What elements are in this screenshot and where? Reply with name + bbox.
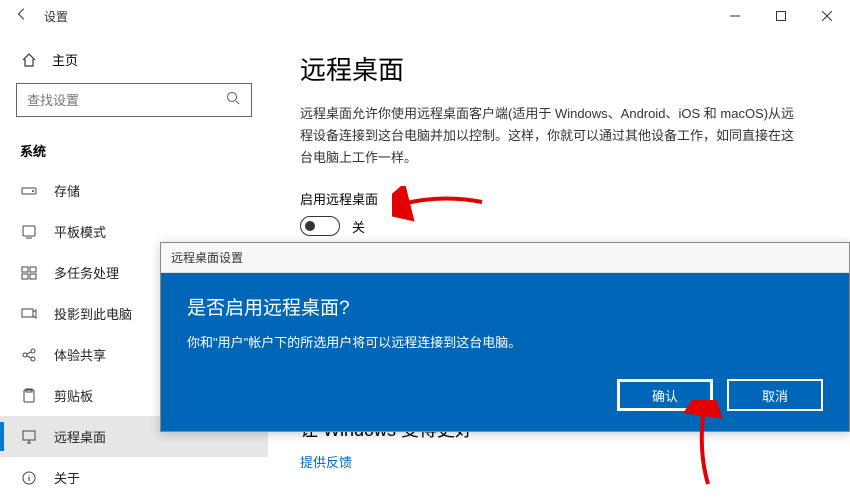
dialog-heading: 是否启用远程桌面? [187,293,823,320]
home-icon [20,52,38,68]
search-input[interactable] [27,93,225,108]
search-input-wrap[interactable] [16,83,252,117]
sidebar-item-about[interactable]: 关于 [0,457,268,498]
sidebar-item-label: 多任务处理 [54,263,119,282]
sidebar-item-label: 剪贴板 [54,386,93,405]
sidebar-item-label: 体验共享 [54,345,106,364]
remote-desktop-toggle[interactable] [300,216,340,236]
close-button[interactable] [804,0,850,32]
tablet-icon [20,224,38,240]
remote-desktop-icon [20,429,38,445]
clipboard-icon [20,388,38,404]
cancel-button[interactable]: 取消 [727,379,823,411]
sidebar-item-label: 平板模式 [54,222,106,241]
page-description: 远程桌面允许你使用远程桌面客户端(适用于 Windows、Android、iOS… [300,103,800,169]
page-title: 远程桌面 [300,50,810,87]
toggle-label: 启用远程桌面 [300,189,810,208]
search-icon [225,90,241,111]
sidebar-section-label: 系统 [0,133,268,170]
dialog-title: 远程桌面设置 [161,243,849,273]
confirm-dialog: 远程桌面设置 是否启用远程桌面? 你和"用户"帐户下的所选用户将可以远程连接到这… [160,242,850,432]
sidebar-item-label: 投影到此电脑 [54,304,132,323]
about-icon [20,470,38,486]
sidebar-item-storage[interactable]: 存储 [0,170,268,211]
minimize-button[interactable] [712,0,758,32]
back-icon[interactable] [8,7,36,26]
multitask-icon [20,265,38,281]
confirm-button[interactable]: 确认 [617,379,713,411]
sidebar-home[interactable]: 主页 [0,44,268,83]
sidebar-item-label: 远程桌面 [54,427,106,446]
sidebar-home-label: 主页 [52,50,78,69]
project-icon [20,306,38,322]
maximize-button[interactable] [758,0,804,32]
sidebar-item-label: 关于 [54,468,80,487]
window-title: 设置 [44,8,68,25]
storage-icon [20,183,38,199]
dialog-body-text: 你和"用户"帐户下的所选用户将可以远程连接到这台电脑。 [187,332,823,351]
sidebar-item-label: 存储 [54,181,80,200]
toggle-state: 关 [352,217,365,236]
feedback-link[interactable]: 提供反馈 [300,452,810,471]
share-icon [20,347,38,363]
